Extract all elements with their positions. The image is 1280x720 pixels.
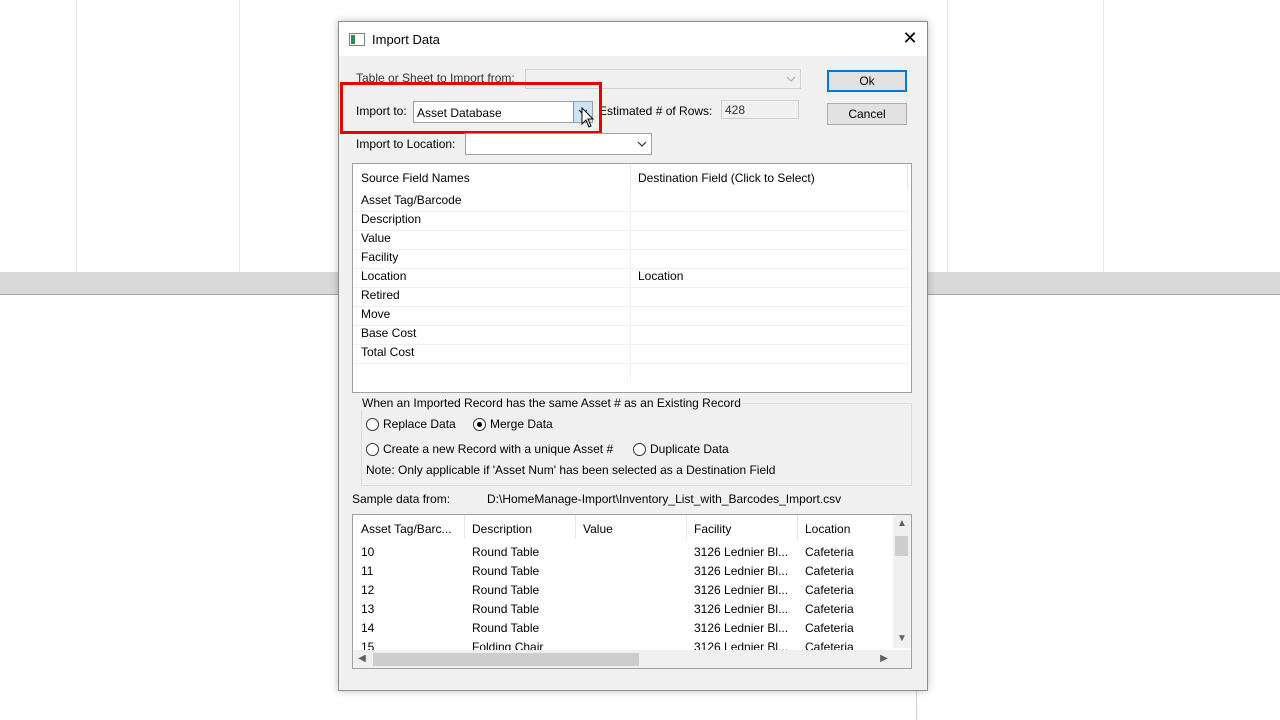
close-button[interactable]: ✕: [893, 22, 927, 56]
mapping-row[interactable]: Retired: [353, 287, 909, 307]
cell-asset-tag: 13: [361, 602, 375, 616]
cell-location: Cafeteria: [805, 621, 854, 635]
cell-location: Cafeteria: [805, 564, 854, 578]
mapping-row-empty: [353, 363, 909, 382]
column-header-destination[interactable]: Destination Field (Click to Select): [638, 171, 815, 185]
duplicate-group-title: When an Imported Record has the same Ass…: [360, 396, 743, 410]
cell-location: Cafeteria: [805, 602, 854, 616]
cell-description: Round Table: [472, 602, 540, 616]
source-field: Asset Tag/Barcode: [361, 193, 462, 207]
cell-facility: 3126 Lednier Bl...: [694, 545, 789, 559]
chevron-down-icon: [786, 76, 796, 82]
source-field: Retired: [361, 288, 400, 302]
sample-header-asset-tag[interactable]: Asset Tag/Barc...: [361, 522, 452, 536]
red-highlight-box: [340, 82, 602, 134]
chevron-down-icon: [637, 141, 647, 147]
cell-facility: 3126 Lednier Bl...: [694, 621, 789, 635]
duplicate-data-radio[interactable]: [633, 443, 646, 456]
table-row: 11 Round Table 3126 Lednier Bl... Cafete…: [353, 563, 893, 582]
app-icon: [349, 33, 365, 46]
sample-table-header: Asset Tag/Barc... Description Value Faci…: [353, 515, 893, 543]
cell-asset-tag: 10: [361, 545, 375, 559]
sample-header-description[interactable]: Description: [472, 522, 532, 536]
source-field: Location: [361, 269, 407, 283]
grid-line: [1103, 0, 1104, 272]
cell-location: Cafeteria: [805, 545, 854, 559]
field-mapping-list: Source Field Names Destination Field (Cl…: [352, 163, 912, 393]
mapping-row[interactable]: Description: [353, 211, 909, 231]
horizontal-scroll-thumb[interactable]: [373, 653, 639, 666]
mapping-row[interactable]: Base Cost: [353, 325, 909, 345]
scroll-corner: [893, 650, 911, 668]
cell-location: Cafeteria: [805, 583, 854, 597]
cell-asset-tag: 11: [361, 564, 374, 578]
dialog-title: Import Data: [372, 32, 440, 47]
sample-header-value[interactable]: Value: [583, 522, 613, 536]
grid-line: [947, 0, 948, 272]
sample-data-label: Sample data from:: [352, 492, 451, 506]
mapping-row[interactable]: Location Location: [353, 268, 909, 288]
merge-data-radio[interactable]: [473, 418, 486, 431]
sample-header-facility[interactable]: Facility: [694, 522, 731, 536]
mapping-header: Source Field Names Destination Field (Cl…: [353, 164, 909, 192]
grid-line: [239, 0, 240, 272]
sample-data-table: Asset Tag/Barc... Description Value Faci…: [352, 514, 912, 669]
duplicate-data-label[interactable]: Duplicate Data: [650, 442, 729, 456]
import-data-dialog: Import Data ✕ Table or Sheet to Import f…: [338, 21, 928, 691]
replace-data-label[interactable]: Replace Data: [383, 417, 456, 431]
estimated-rows-label: Estimated # of Rows:: [599, 104, 713, 118]
cell-description: Round Table: [472, 564, 540, 578]
table-row: 10 Round Table 3126 Lednier Bl... Cafete…: [353, 544, 893, 563]
replace-data-radio[interactable]: [366, 418, 379, 431]
estimated-rows-field: 428: [721, 100, 799, 119]
source-field: Total Cost: [361, 345, 415, 359]
merge-data-label[interactable]: Merge Data: [490, 417, 553, 431]
vertical-scroll-thumb[interactable]: [895, 536, 908, 556]
source-field: Base Cost: [361, 326, 417, 340]
estimated-rows-value: 428: [725, 103, 746, 117]
import-location-select[interactable]: [465, 133, 652, 155]
mouse-cursor-icon: [581, 107, 595, 128]
horizontal-scrollbar[interactable]: ◀ ▶: [353, 650, 893, 668]
cell-facility: 3126 Lednier Bl...: [694, 564, 789, 578]
source-field: Facility: [361, 250, 399, 264]
background-divider-vertical: [916, 690, 917, 720]
table-row: 13 Round Table 3126 Lednier Bl... Cafete…: [353, 601, 893, 620]
scroll-up-icon[interactable]: ▲: [893, 515, 911, 533]
scroll-left-icon[interactable]: ◀: [353, 650, 371, 668]
scroll-down-icon[interactable]: ▼: [893, 630, 911, 648]
cell-asset-tag: 12: [361, 583, 375, 597]
table-row: 14 Round Table 3126 Lednier Bl... Cafete…: [353, 620, 893, 639]
sample-header-location[interactable]: Location: [805, 522, 850, 536]
create-new-record-radio[interactable]: [366, 443, 379, 456]
table-row: 12 Round Table 3126 Lednier Bl... Cafete…: [353, 582, 893, 601]
close-icon: ✕: [902, 28, 918, 48]
title-bar: Import Data ✕: [339, 22, 927, 56]
destination-field[interactable]: Location: [638, 269, 683, 283]
cell-description: Round Table: [472, 621, 540, 635]
mapping-row[interactable]: Total Cost: [353, 344, 909, 364]
create-new-record-label[interactable]: Create a new Record with a unique Asset …: [383, 442, 613, 456]
cell-facility: 3126 Lednier Bl...: [694, 583, 789, 597]
cell-asset-tag: 14: [361, 621, 375, 635]
vertical-scrollbar[interactable]: ▲ ▼: [893, 515, 911, 648]
cancel-button[interactable]: Cancel: [827, 103, 907, 125]
mapping-row[interactable]: Facility: [353, 249, 909, 269]
mapping-row[interactable]: Asset Tag/Barcode: [353, 192, 909, 212]
cell-facility: 3126 Lednier Bl...: [694, 602, 789, 616]
column-header-source[interactable]: Source Field Names: [361, 171, 470, 185]
source-field: Move: [361, 307, 391, 321]
source-field: Value: [361, 231, 391, 245]
ok-button[interactable]: Ok: [827, 70, 907, 92]
mapping-row[interactable]: Move: [353, 306, 909, 326]
scroll-right-icon[interactable]: ▶: [875, 650, 893, 668]
grid-line: [76, 0, 77, 272]
cell-description: Round Table: [472, 545, 540, 559]
note-text: Note: Only applicable if 'Asset Num' has…: [366, 463, 776, 477]
import-location-label: Import to Location:: [356, 137, 456, 151]
mapping-row[interactable]: Value: [353, 230, 909, 250]
cell-description: Round Table: [472, 583, 540, 597]
source-field: Description: [361, 212, 422, 226]
sample-file-path: D:\HomeManage-Import\Inventory_List_with…: [487, 492, 842, 506]
